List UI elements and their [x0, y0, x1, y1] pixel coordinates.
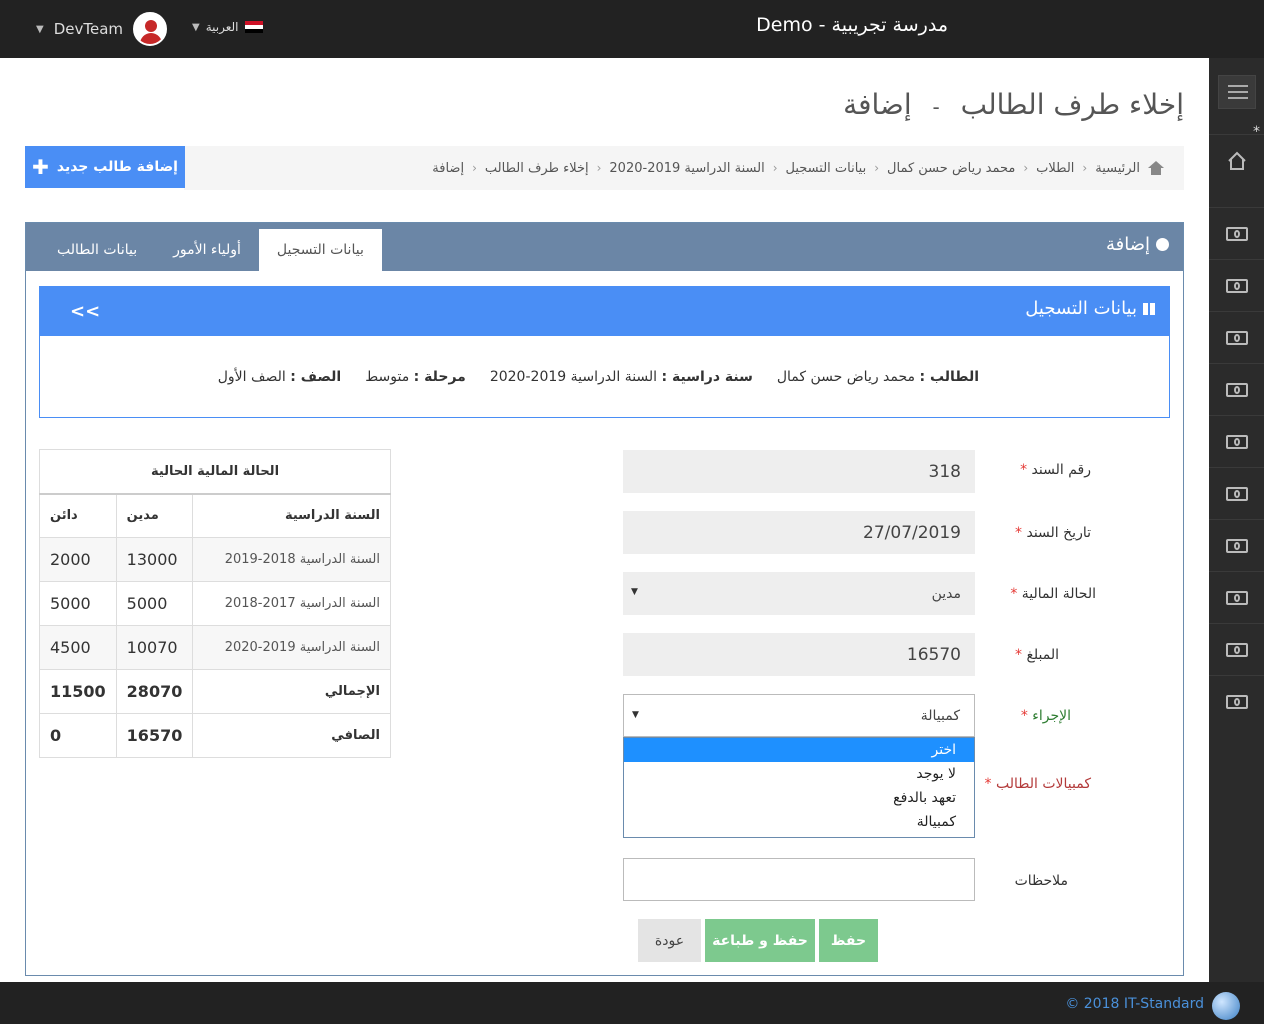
column-header: السنة الدراسية — [192, 493, 391, 538]
top-navbar: مدرسة تجريبية - Demo ▼ DevTeam ▼ العربية — [0, 0, 1264, 58]
notes-label: ملاحظات — [1014, 873, 1068, 889]
egypt-flag-icon — [244, 21, 263, 33]
registration-panel: بيانات التسجيل << الطالب : محمد رياض حسن… — [39, 286, 1170, 418]
money-icon — [1225, 538, 1248, 553]
money-icon — [1225, 278, 1248, 293]
receipt-date-input[interactable]: 27/07/2019 — [623, 511, 975, 554]
column-header: دائن — [39, 493, 117, 538]
breadcrumb-item[interactable]: بيانات التسجيل — [786, 161, 867, 176]
dropdown-arrow-icon: ▼ — [631, 587, 638, 597]
money-icon — [1225, 226, 1248, 241]
gift-icon — [1143, 302, 1155, 315]
app-title: مدرسة تجريبية - Demo — [756, 14, 948, 36]
financial-status-label: الحالة المالية * — [1010, 586, 1096, 602]
save-print-button[interactable]: حفظ و طباعة — [705, 919, 815, 962]
home-icon — [1148, 161, 1164, 175]
money-icon — [1225, 330, 1248, 345]
tabs: بيانات التسجيل أولياء الأمور بيانات الطا… — [39, 229, 382, 271]
breadcrumb: الرئيسية ‹ الطلاب ‹ محمد رياض حسن كمال ‹… — [184, 146, 1184, 190]
money-icon — [1225, 382, 1248, 397]
sidebar-item-finance[interactable] — [1209, 571, 1264, 623]
user-menu[interactable]: ▼ DevTeam — [36, 10, 168, 48]
breadcrumb-item[interactable]: محمد رياض حسن كمال — [887, 161, 1015, 176]
right-sidebar — [1209, 58, 1264, 982]
globe-icon — [1156, 238, 1169, 251]
amount-label: المبلغ * — [1014, 647, 1059, 663]
breadcrumb-item[interactable]: الرئيسية — [1095, 161, 1140, 176]
chevron-down-icon: ▼ — [36, 23, 44, 35]
financial-status-table: الحالة المالية الحالية السنة الدراسية مد… — [39, 449, 391, 758]
sidebar-item-finance[interactable] — [1209, 415, 1264, 467]
registration-panel-title: بيانات التسجيل — [1025, 298, 1155, 319]
company-logo-icon — [1212, 992, 1240, 1020]
money-icon — [1225, 694, 1248, 709]
dropdown-arrow-icon: ▼ — [632, 710, 639, 720]
student-summary: الطالب : محمد رياض حسن كمال سنة دراسية :… — [217, 369, 979, 385]
student-bills-label: كمبيالات الطالب * — [984, 776, 1091, 792]
tab-guardians[interactable]: أولياء الأمور — [155, 229, 259, 271]
amount-input[interactable]: 16570 — [623, 633, 975, 676]
table-row-net: الصافي 16570 0 — [39, 713, 391, 758]
user-name: DevTeam — [53, 20, 124, 38]
dropdown-option[interactable]: لا يوجد — [624, 762, 974, 786]
save-button[interactable]: حفظ — [819, 919, 878, 962]
receipt-no-input[interactable]: 318 — [623, 450, 975, 493]
footer: © 2018 IT-Standard — [0, 982, 1264, 1024]
dropdown-option[interactable]: اختر — [624, 738, 974, 762]
sidebar-item-finance[interactable] — [1209, 675, 1264, 727]
portlet-header: إضافة بيانات التسجيل أولياء الأمور بيانا… — [26, 223, 1183, 271]
dropdown-option[interactable]: كمبيالة — [624, 810, 974, 834]
financial-status-select[interactable]: مدين ▼ — [623, 572, 975, 615]
dropdown-option[interactable]: تعهد بالدفع — [624, 786, 974, 810]
menu-toggle-icon[interactable] — [1218, 75, 1256, 109]
add-student-button[interactable]: إضافة طالب جديد ✚ — [25, 146, 185, 188]
page-title: إخلاء طرف الطالب - إضافة — [843, 88, 1184, 121]
sidebar-item-finance[interactable] — [1209, 259, 1264, 311]
table-row: السنة الدراسية 2019-2020 10070 4500 — [39, 625, 391, 670]
action-dropdown-list: اختر لا يوجد تعهد بالدفع كمبيالة — [623, 737, 975, 838]
money-icon — [1225, 590, 1248, 605]
table-caption: الحالة المالية الحالية — [39, 449, 391, 495]
collapse-button[interactable]: << — [70, 301, 100, 322]
language-switcher[interactable]: ▼ العربية — [192, 20, 263, 34]
sidebar-item-finance[interactable] — [1209, 519, 1264, 571]
sidebar-item-finance[interactable] — [1209, 363, 1264, 415]
plus-icon: ✚ — [32, 155, 49, 179]
breadcrumb-item-current: إضافة — [432, 160, 465, 176]
receipt-no-label: رقم السند * — [1020, 462, 1091, 478]
money-icon — [1225, 434, 1248, 449]
breadcrumb-item[interactable]: السنة الدراسية 2019-2020 — [609, 161, 764, 176]
registration-panel-header: بيانات التسجيل << — [40, 287, 1169, 336]
back-button[interactable]: عودة — [638, 919, 701, 962]
sidebar-item-home[interactable] — [1209, 134, 1264, 186]
table-row: السنة الدراسية 2018-2019 13000 2000 — [39, 537, 391, 582]
home-icon — [1227, 151, 1246, 170]
tab-registration[interactable]: بيانات التسجيل — [258, 229, 382, 271]
action-label: الإجراء * — [1020, 708, 1071, 724]
action-select[interactable]: كمبيالة ▼ — [623, 694, 975, 737]
avatar — [133, 12, 168, 46]
money-icon — [1225, 642, 1248, 657]
column-header: مدين — [115, 493, 194, 538]
language-label: العربية — [205, 20, 239, 34]
receipt-date-label: تاريخ السند * — [1015, 525, 1091, 541]
sidebar-item-finance[interactable] — [1209, 311, 1264, 363]
copyright-link[interactable]: © 2018 IT-Standard — [1065, 996, 1204, 1012]
breadcrumb-item[interactable]: إخلاء طرف الطالب — [485, 161, 589, 176]
sidebar-item-finance[interactable] — [1209, 623, 1264, 675]
tab-student-data[interactable]: بيانات الطالب — [39, 229, 155, 271]
sidebar-item-finance[interactable] — [1209, 207, 1264, 259]
sidebar-item-finance[interactable] — [1209, 467, 1264, 519]
money-icon — [1225, 486, 1248, 501]
breadcrumb-item[interactable]: الطلاب — [1036, 161, 1074, 176]
star-icon: * — [1253, 124, 1260, 140]
table-row: السنة الدراسية 2017-2018 5000 5000 — [39, 581, 391, 626]
chevron-down-icon: ▼ — [192, 21, 200, 33]
notes-input[interactable] — [623, 858, 975, 901]
portlet-title: إضافة — [1106, 234, 1169, 255]
table-row-total: الإجمالي 28070 11500 — [39, 669, 391, 714]
